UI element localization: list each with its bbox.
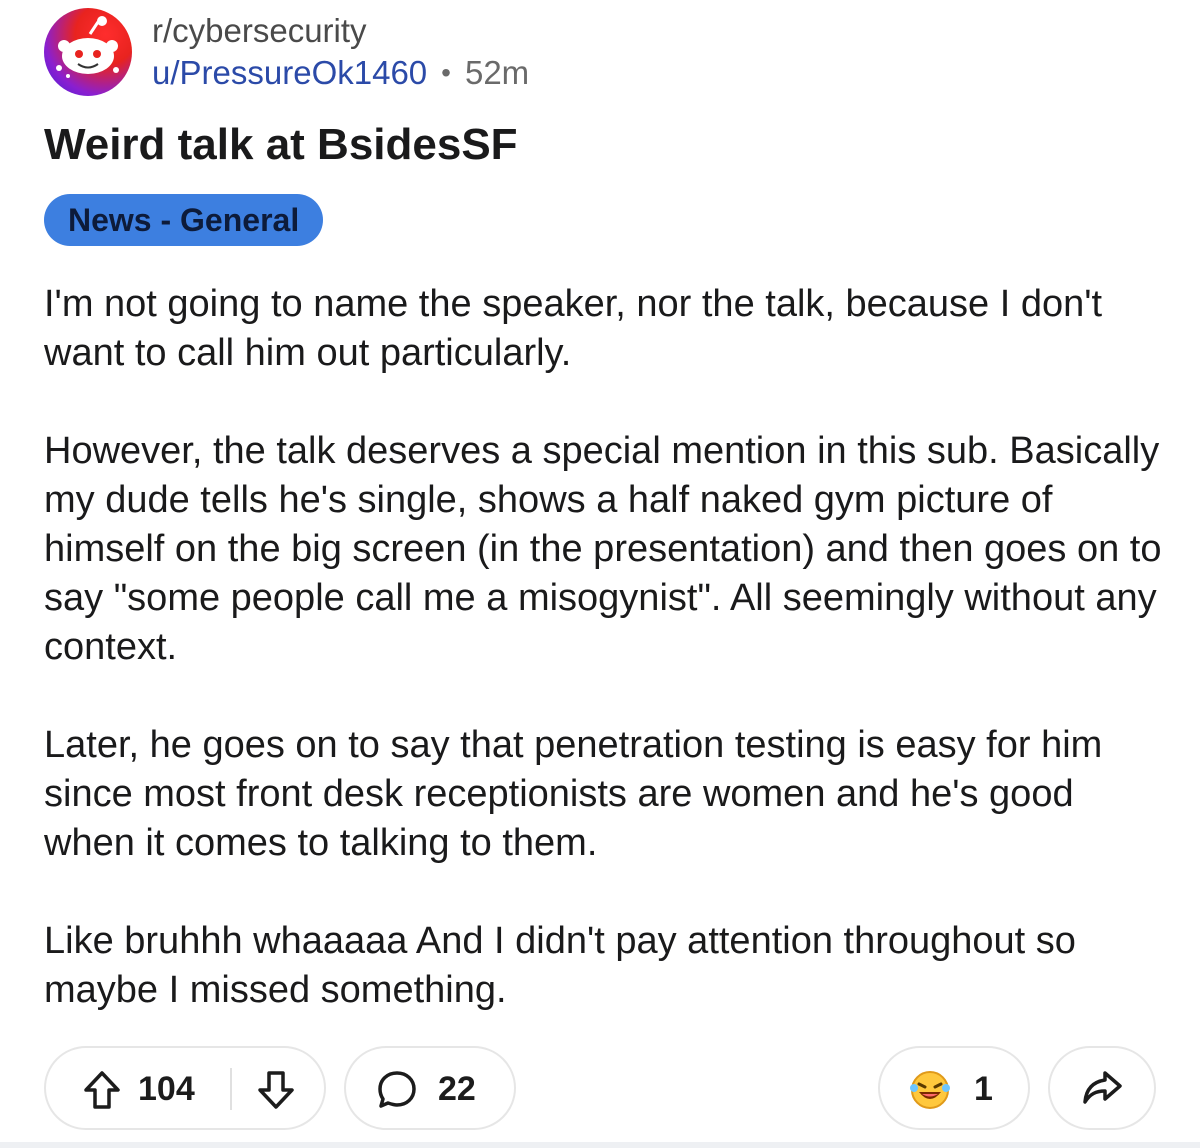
- subreddit-avatar[interactable]: [44, 8, 132, 96]
- body-paragraph: I'm not going to name the speaker, nor t…: [44, 283, 1103, 374]
- laughing-emoji-icon: [910, 1071, 950, 1109]
- bottom-divider: [0, 1142, 1200, 1148]
- upvote-button[interactable]: [80, 1068, 124, 1112]
- arrow-up-icon: [84, 1071, 120, 1109]
- body-paragraph: Like bruhhh whaaaaa And I didn't pay att…: [44, 920, 1076, 1011]
- post-header: r/cybersecurity u/PressureOk1460 • 52m: [44, 8, 529, 96]
- award-button[interactable]: 1: [878, 1046, 1030, 1130]
- vote-control: 104: [44, 1046, 326, 1130]
- arrow-down-icon: [258, 1071, 294, 1109]
- speech-bubble-icon: [378, 1071, 416, 1108]
- body-paragraph: However, the talk deserves a special men…: [44, 430, 1162, 668]
- meta-separator: •: [441, 57, 451, 88]
- share-button[interactable]: [1048, 1046, 1156, 1130]
- comments-button[interactable]: 22: [344, 1046, 516, 1130]
- body-paragraph: Later, he goes on to say that penetratio…: [44, 724, 1103, 864]
- share-arrow-icon: [1083, 1071, 1122, 1104]
- subreddit-name[interactable]: r/cybersecurity: [152, 10, 529, 52]
- downvote-button[interactable]: [254, 1068, 298, 1112]
- vote-count: 104: [138, 1070, 195, 1108]
- post-flair[interactable]: News - General: [44, 194, 324, 246]
- post-age: 52m: [464, 54, 530, 91]
- post-actions-bar: 104 22 1: [44, 1046, 1156, 1132]
- post-body: I'm not going to name the speaker, nor t…: [44, 280, 1174, 1015]
- post-title[interactable]: Weird talk at BsidesSF: [44, 118, 518, 172]
- comment-count: 22: [438, 1070, 476, 1108]
- award-count: 1: [974, 1070, 993, 1108]
- snoo-icon: [56, 16, 119, 78]
- author-username[interactable]: u/PressureOk1460: [152, 52, 427, 94]
- vote-divider: [230, 1068, 232, 1110]
